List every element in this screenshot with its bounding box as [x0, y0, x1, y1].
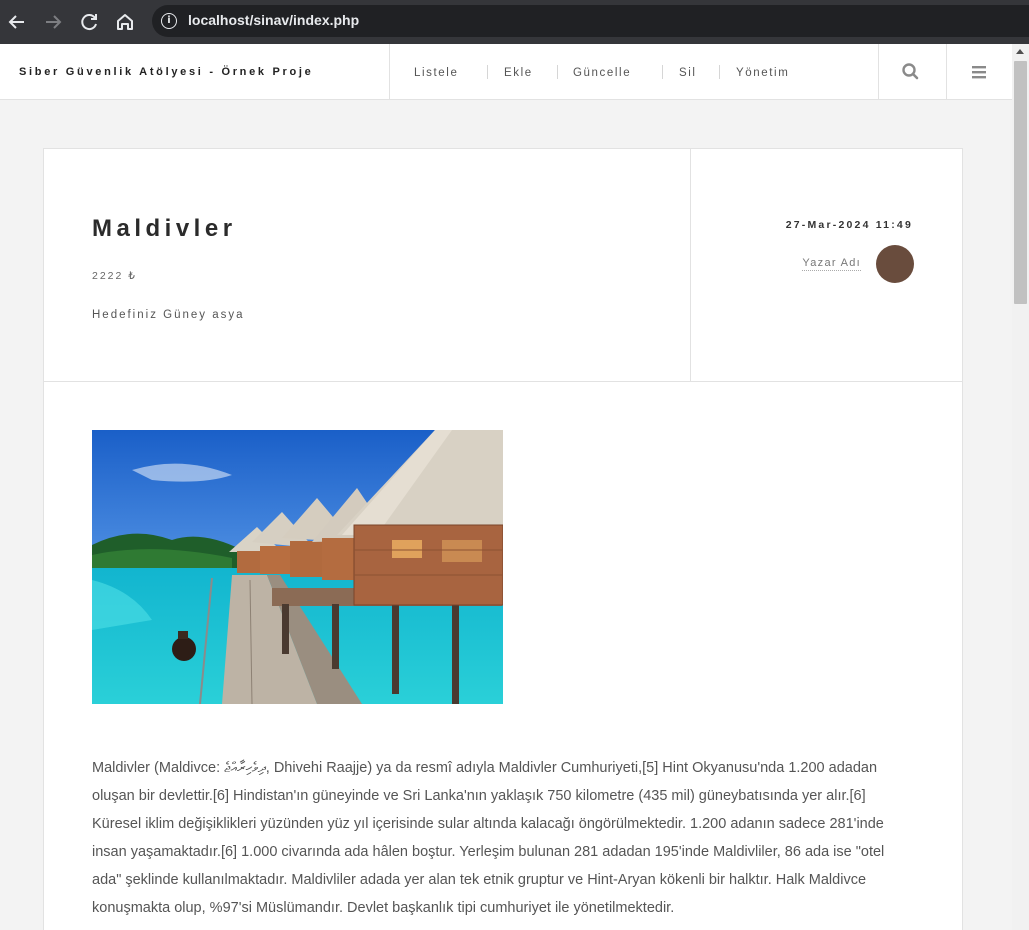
- menu-item-listele[interactable]: Listele: [414, 67, 458, 79]
- header-divider: [690, 149, 691, 382]
- url-text: localhost/sinav/index.php: [188, 12, 360, 28]
- search-button[interactable]: [879, 44, 945, 100]
- article-body: Maldivler (Maldivce: ދިވެހިރާއްޖެ, Dhive…: [92, 760, 885, 916]
- site-brand[interactable]: Siber Güvenlik Atölyesi - Örnek Proje: [19, 66, 314, 78]
- menu-item-guncelle[interactable]: Güncelle: [573, 67, 631, 79]
- menu-divider: [719, 65, 720, 79]
- menu-divider: [487, 65, 488, 79]
- scroll-thumb[interactable]: [1014, 61, 1027, 304]
- site-header: Siber Güvenlik Atölyesi - Örnek Proje Li…: [0, 44, 1012, 100]
- menu-item-ekle[interactable]: Ekle: [504, 67, 533, 79]
- search-icon: [902, 63, 919, 80]
- author-link[interactable]: Yazar Adı: [802, 257, 861, 271]
- article-image: [92, 430, 503, 704]
- article-price: 2222 ₺: [92, 270, 137, 282]
- home-icon[interactable]: [113, 10, 137, 34]
- page-scrollbar[interactable]: [1012, 44, 1029, 930]
- menu-item-sil[interactable]: Sil: [679, 67, 697, 79]
- scroll-up-icon[interactable]: [1016, 49, 1024, 54]
- article-card: Maldivler 2222 ₺ Hedefiniz Güney asya 27…: [43, 148, 963, 930]
- reload-icon[interactable]: [77, 10, 101, 34]
- article-header: Maldivler 2222 ₺ Hedefiniz Güney asya 27…: [44, 149, 962, 382]
- header-divider: [389, 44, 390, 100]
- article-subtitle: Hedefiniz Güney asya: [92, 309, 245, 321]
- browser-toolbar: i localhost/sinav/index.php: [0, 0, 1029, 44]
- back-icon[interactable]: [5, 10, 29, 34]
- menu-button[interactable]: [947, 44, 1013, 100]
- menu-divider: [557, 65, 558, 79]
- article-title[interactable]: Maldivler: [92, 215, 237, 243]
- menu-divider: [662, 65, 663, 79]
- site-info-icon[interactable]: i: [161, 13, 177, 29]
- menu-item-yonetim[interactable]: Yönetim: [736, 67, 789, 79]
- address-bar[interactable]: i localhost/sinav/index.php: [152, 5, 1029, 37]
- hamburger-icon: [972, 66, 986, 79]
- avatar[interactable]: [876, 245, 914, 283]
- article-date: 27-Mar-2024 11:49: [785, 219, 913, 231]
- forward-icon[interactable]: [41, 10, 65, 34]
